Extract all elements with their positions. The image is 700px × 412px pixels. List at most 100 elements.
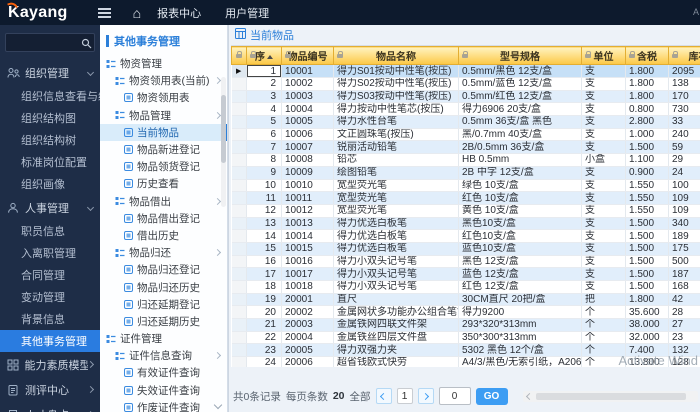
sidebar-item[interactable]: 合同管理: [0, 264, 100, 286]
table-row[interactable]: 1410014得力优选白板笔红色10支/盒支1.500189: [232, 230, 700, 243]
sidebar-section-assessment[interactable]: 测评中心: [0, 377, 100, 402]
topbar-tab[interactable]: 用户管理: [225, 5, 269, 21]
sidebar-item[interactable]: 背景信息: [0, 308, 100, 330]
sidebar-section-talent[interactable]: 人才盘点: [0, 402, 100, 412]
row-selector-cell[interactable]: [232, 242, 247, 255]
table-row[interactable]: 2120003金属铁网四联文件架293*320*313mm个38.00027: [232, 319, 700, 332]
table-row[interactable]: 1710017得力小双头记号笔蓝色 12支/盒支1.500187: [232, 268, 700, 281]
table-row[interactable]: 1610016得力小双头记号笔黑色 12支/盒支1.500500: [232, 255, 700, 268]
tree-node[interactable]: 物品新进登记: [100, 141, 227, 158]
sidebar-section-org[interactable]: 组织管理: [0, 60, 100, 85]
current-page-number[interactable]: 1: [397, 388, 413, 404]
row-selector-cell[interactable]: [232, 217, 247, 230]
col-header-stock[interactable]: 库存: [669, 47, 700, 65]
row-selector-cell[interactable]: [232, 166, 247, 179]
sidebar-item[interactable]: 职员信息: [0, 220, 100, 242]
page-size-value[interactable]: 20: [333, 390, 345, 402]
row-selector-cell[interactable]: [232, 293, 247, 306]
table-row[interactable]: 310003得力S03按动中性笔(按压)0.5mm/红色 12支/盒支1.800…: [232, 90, 700, 103]
sidebar-item[interactable]: 变动管理: [0, 286, 100, 308]
table-row[interactable]: 210002得力S02按动中性笔(按压)0.5mm/蓝色 12支/盒支1.800…: [232, 78, 700, 91]
row-selector-cell[interactable]: [232, 281, 247, 294]
table-row[interactable]: 2420006超省钱欧式快劳A4/3/黑色/无索引纸，A206个13.80012…: [232, 357, 700, 367]
row-selector-cell[interactable]: [232, 306, 247, 319]
table-row[interactable]: 810008铅芯HB 0.5mm小盒1.10029: [232, 154, 700, 167]
col-header-name[interactable]: 物品名称: [334, 47, 459, 65]
row-selector-cell[interactable]: [232, 268, 247, 281]
table-row[interactable]: 1310013得力优选白板笔黑色10支/盒支1.500340: [232, 217, 700, 230]
tree-node[interactable]: 物品归还: [100, 244, 227, 261]
table-row[interactable]: 410004得力按动中性笔芯(按压)得力6906 20支/盒支0.800730: [232, 103, 700, 116]
menu-hamburger-icon[interactable]: [98, 8, 111, 18]
tree-scrollbar-thumb[interactable]: [221, 95, 226, 163]
table-row[interactable]: 710007锐丽活动铅笔2B/0.5mm 36支/盒支1.50059: [232, 141, 700, 154]
table-row[interactable]: 2220004金属铁丝四层文件盘350*300*313mm个32.00023: [232, 331, 700, 344]
tree-node[interactable]: 物品归还历史: [100, 278, 227, 295]
col-header-price[interactable]: 含税: [626, 47, 669, 65]
tree-node[interactable]: 物资管理: [100, 55, 227, 72]
table-row[interactable]: 510005得力水性台笔0.5mm 36支/盒 黑色支2.80033: [232, 116, 700, 129]
scroll-left-icon[interactable]: [525, 392, 532, 399]
table-row[interactable]: ▶110001得力S01按动中性笔(按压)0.5mm/黑色 12支/盒支1.80…: [232, 65, 700, 78]
row-selector-header[interactable]: [232, 47, 247, 65]
tree-node[interactable]: 物品领货登记: [100, 158, 227, 175]
col-header-code[interactable]: 物品编号: [282, 47, 334, 65]
tree-node[interactable]: 归还延期登记: [100, 296, 227, 313]
sidebar-item[interactable]: 入离职管理: [0, 242, 100, 264]
sidebar-item[interactable]: 组织信息查看与编辑: [0, 85, 100, 107]
tree-scrollbar[interactable]: [221, 77, 226, 207]
sidebar-item[interactable]: 其他事务管理: [0, 330, 100, 352]
table-row[interactable]: 2320005得力双强力夹5302 黑色 12个/盒个7.400132: [232, 344, 700, 357]
tree-node[interactable]: 有效证件查询: [100, 364, 227, 381]
table-row[interactable]: 1920001直尺30CM直尺 20把/盒把1.80042: [232, 293, 700, 306]
sidebar-item[interactable]: 组织结构树: [0, 129, 100, 151]
tree-node[interactable]: 物品归还登记: [100, 261, 227, 278]
tree-node[interactable]: 物资领用表: [100, 89, 227, 106]
next-page-button[interactable]: [418, 388, 434, 404]
tree-node[interactable]: 失效证件查询: [100, 382, 227, 399]
row-selector-cell[interactable]: [232, 357, 247, 367]
row-selector-cell[interactable]: [232, 331, 247, 344]
row-selector-cell[interactable]: [232, 179, 247, 192]
topbar-tab[interactable]: 报表中心: [157, 5, 201, 21]
table-row[interactable]: 610006文正圆珠笔(按压)黑/0.7mm 40支/盒支1.000240: [232, 128, 700, 141]
tree-node[interactable]: 历史查看: [100, 175, 227, 192]
horizontal-scrollbar[interactable]: [523, 391, 698, 402]
tree-node[interactable]: 当前物品: [100, 124, 227, 141]
row-selector-cell[interactable]: [232, 154, 247, 167]
row-selector-cell[interactable]: [232, 116, 247, 129]
col-header-spec[interactable]: 型号规格: [459, 47, 582, 65]
row-selector-cell[interactable]: [232, 141, 247, 154]
row-selector-cell[interactable]: [232, 128, 247, 141]
prev-page-button[interactable]: [376, 388, 392, 404]
sidebar-section-ability[interactable]: 能力素质模型: [0, 352, 100, 377]
tree-node[interactable]: 证件管理: [100, 330, 227, 347]
all-records-link[interactable]: 全部: [350, 389, 371, 404]
row-selector-cell[interactable]: [232, 204, 247, 217]
sidebar-section-hr[interactable]: 人事管理: [0, 195, 100, 220]
goto-page-input[interactable]: [439, 387, 471, 405]
table-row[interactable]: 910009绘图铅笔2B 中字 12支/盒支0.90024: [232, 166, 700, 179]
table-row[interactable]: 1510015得力优选白板笔蓝色10支/盒支1.500175: [232, 242, 700, 255]
row-selector-cell[interactable]: [232, 344, 247, 357]
row-selector-cell[interactable]: [232, 78, 247, 91]
col-header-unit[interactable]: 单位: [582, 47, 626, 65]
table-row[interactable]: 1010010宽型荧光笔绿色 10支/盒支1.550100: [232, 179, 700, 192]
home-icon[interactable]: ⌂: [133, 6, 141, 20]
sidebar-item[interactable]: 标准岗位配置: [0, 151, 100, 173]
col-header-seq[interactable]: 序: [247, 47, 282, 65]
row-selector-cell[interactable]: ▶: [232, 65, 247, 78]
tree-node[interactable]: 物资领用表(当前): [100, 72, 227, 89]
table-row[interactable]: 2020002金属网状多功能办公组合笔筒得力9200个35.60028: [232, 306, 700, 319]
go-button[interactable]: GO: [476, 388, 508, 405]
horizontal-scrollbar-thumb[interactable]: [536, 393, 686, 400]
tree-node[interactable]: 归还延期历史: [100, 313, 227, 330]
row-selector-cell[interactable]: [232, 230, 247, 243]
table-row[interactable]: 1810018得力小双头记号笔红色 12支/盒支1.500168: [232, 281, 700, 294]
tree-node[interactable]: 物品借出: [100, 193, 227, 210]
row-selector-cell[interactable]: [232, 319, 247, 332]
tree-node[interactable]: 证件信息查询: [100, 347, 227, 364]
tree-node[interactable]: 物品借出登记: [100, 210, 227, 227]
row-selector-cell[interactable]: [232, 192, 247, 205]
tree-node[interactable]: 作废证件查询: [100, 399, 227, 412]
